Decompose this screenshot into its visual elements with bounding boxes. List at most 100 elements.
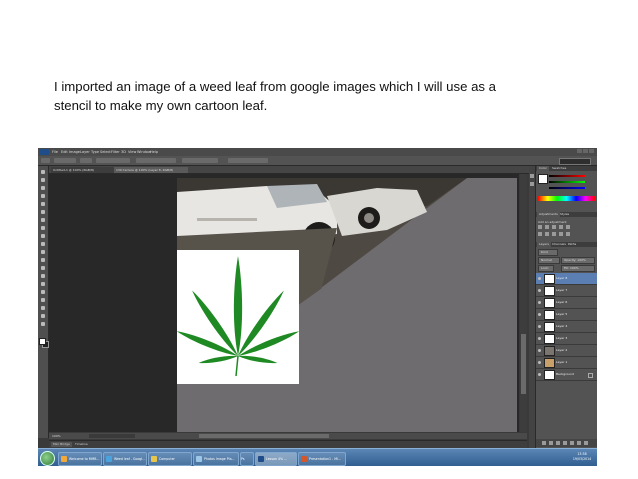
trash-icon[interactable] bbox=[584, 441, 588, 445]
tab-mini-bridge[interactable]: Mini Bridge bbox=[51, 442, 72, 447]
brush-tool-icon[interactable] bbox=[41, 226, 45, 230]
marquee-tool-icon[interactable] bbox=[41, 178, 45, 182]
opacity-field[interactable]: Opacity: 100% bbox=[561, 257, 595, 264]
shape-tool-icon[interactable] bbox=[41, 306, 45, 310]
taskbar-item-photoshop[interactable]: Lesson 4% ... bbox=[255, 452, 297, 466]
layer-style-icon[interactable] bbox=[549, 441, 553, 445]
menu-3d[interactable]: 3D bbox=[121, 150, 126, 154]
menu-edit[interactable]: Edit bbox=[61, 150, 68, 154]
blue-slider[interactable] bbox=[549, 187, 585, 189]
eraser-tool-icon[interactable] bbox=[41, 250, 45, 254]
tab-paths[interactable]: Paths bbox=[566, 242, 578, 247]
adjustment-layer-icon[interactable] bbox=[563, 441, 567, 445]
color-swatch-preview[interactable] bbox=[538, 174, 548, 184]
layer-row[interactable]: Background bbox=[536, 369, 597, 381]
layer-filter-kind[interactable]: Kind bbox=[538, 249, 558, 256]
color-spectrum-bar[interactable] bbox=[538, 196, 595, 201]
system-clock[interactable]: 13:38 19/03/2014 bbox=[570, 452, 594, 464]
blur-tool-icon[interactable] bbox=[41, 266, 45, 270]
taskbar-item[interactable]: Ps bbox=[240, 452, 254, 466]
fill-field[interactable]: Fill: 100% bbox=[561, 265, 595, 272]
tab-untitled-1[interactable]: Untitled-1 @ 100% (RGB/8) bbox=[51, 167, 115, 173]
clone-stamp-tool-icon[interactable] bbox=[41, 234, 45, 238]
auto-select-dropdown[interactable] bbox=[80, 158, 92, 163]
menu-file[interactable]: File bbox=[52, 150, 58, 154]
taskbar-item[interactable]: Weed leaf - Googl... bbox=[103, 452, 147, 466]
taskbar-item[interactable]: Photos Image Pla... bbox=[193, 452, 239, 466]
visibility-eye-icon[interactable] bbox=[538, 277, 541, 280]
layer-mask-icon[interactable] bbox=[556, 441, 560, 445]
zoom-tool-icon[interactable] bbox=[41, 322, 45, 326]
properties-panel-icon[interactable] bbox=[530, 182, 534, 186]
move-tool-icon[interactable] bbox=[41, 170, 45, 174]
lasso-tool-icon[interactable] bbox=[41, 186, 45, 190]
visibility-eye-icon[interactable] bbox=[538, 373, 541, 376]
vibrance-icon[interactable] bbox=[566, 225, 570, 229]
show-transform-controls[interactable] bbox=[96, 158, 130, 163]
brightness-icon[interactable] bbox=[538, 225, 542, 229]
menu-type[interactable]: Type bbox=[91, 150, 99, 154]
tab-layers[interactable]: Layers bbox=[537, 242, 551, 247]
blend-mode-select[interactable]: Normal bbox=[538, 257, 560, 264]
gradient-tool-icon[interactable] bbox=[41, 258, 45, 262]
layer-row[interactable]: Layer 8 bbox=[536, 273, 597, 285]
path-selection-tool-icon[interactable] bbox=[41, 298, 45, 302]
menu-layer[interactable]: Layer bbox=[80, 150, 90, 154]
horizontal-scroll-thumb[interactable] bbox=[199, 434, 329, 438]
menu-view[interactable]: View bbox=[128, 150, 136, 154]
align-buttons[interactable] bbox=[136, 158, 176, 163]
new-group-icon[interactable] bbox=[570, 441, 574, 445]
menu-help[interactable]: Help bbox=[150, 150, 158, 154]
minimize-icon[interactable] bbox=[577, 149, 582, 153]
move-tool-preset-icon[interactable] bbox=[41, 158, 50, 163]
layer-row[interactable]: Layer 7 bbox=[536, 285, 597, 297]
tab-swatches[interactable]: Swatches bbox=[550, 166, 568, 171]
visibility-eye-icon[interactable] bbox=[538, 301, 541, 304]
green-slider[interactable] bbox=[549, 181, 585, 183]
type-tool-icon[interactable] bbox=[41, 290, 45, 294]
menu-filter[interactable]: Filter bbox=[111, 150, 120, 154]
link-layers-icon[interactable] bbox=[542, 441, 546, 445]
curves-icon[interactable] bbox=[552, 225, 556, 229]
levels-icon[interactable] bbox=[545, 225, 549, 229]
red-slider[interactable] bbox=[549, 175, 585, 177]
tab-color[interactable]: Color bbox=[537, 166, 549, 171]
layer-row[interactable]: Layer 3 bbox=[536, 333, 597, 345]
visibility-eye-icon[interactable] bbox=[538, 325, 541, 328]
crop-tool-icon[interactable] bbox=[41, 202, 45, 206]
channel-mixer-icon[interactable] bbox=[566, 232, 570, 236]
layer-row[interactable]: Layer 2 bbox=[536, 345, 597, 357]
menu-select[interactable]: Select bbox=[100, 150, 111, 154]
pen-tool-icon[interactable] bbox=[41, 282, 45, 286]
visibility-eye-icon[interactable] bbox=[538, 361, 541, 364]
menu-image[interactable]: Image bbox=[69, 150, 80, 154]
visibility-eye-icon[interactable] bbox=[538, 337, 541, 340]
hand-tool-icon[interactable] bbox=[41, 314, 45, 318]
layer-row[interactable]: Layer 6 bbox=[536, 297, 597, 309]
taskbar-item[interactable]: Presentation1 - Mi... bbox=[298, 452, 346, 466]
vertical-scrollbar[interactable] bbox=[520, 174, 527, 432]
3d-mode-buttons[interactable] bbox=[228, 158, 268, 163]
visibility-eye-icon[interactable] bbox=[538, 289, 541, 292]
document-info[interactable] bbox=[89, 434, 135, 438]
tab-130-carrera[interactable]: 130 Carrera @ 100% (Layer 8, RGB/8) bbox=[114, 167, 188, 173]
tab-timeline[interactable]: Timeline bbox=[73, 442, 90, 447]
layer-row[interactable]: Layer 4 bbox=[536, 321, 597, 333]
color-balance-icon[interactable] bbox=[545, 232, 549, 236]
start-button-icon[interactable] bbox=[40, 451, 55, 466]
tab-adjustments[interactable]: Adjustments bbox=[537, 212, 560, 217]
layer-row[interactable]: Layer 5 bbox=[536, 309, 597, 321]
visibility-eye-icon[interactable] bbox=[538, 349, 541, 352]
exposure-icon[interactable] bbox=[559, 225, 563, 229]
quick-select-tool-icon[interactable] bbox=[41, 194, 45, 198]
black-white-icon[interactable] bbox=[552, 232, 556, 236]
canvas-area[interactable] bbox=[49, 174, 519, 432]
taskbar-item[interactable]: Welcome to MMB... bbox=[58, 452, 102, 466]
history-brush-tool-icon[interactable] bbox=[41, 242, 45, 246]
auto-select-option[interactable] bbox=[54, 158, 76, 163]
document-canvas[interactable] bbox=[177, 178, 517, 432]
history-panel-icon[interactable] bbox=[530, 174, 534, 178]
visibility-eye-icon[interactable] bbox=[538, 313, 541, 316]
healing-brush-tool-icon[interactable] bbox=[41, 218, 45, 222]
workspace-switcher[interactable] bbox=[559, 158, 591, 165]
